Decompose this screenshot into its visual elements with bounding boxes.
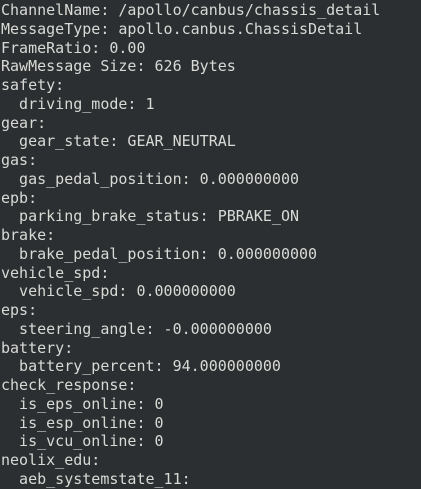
terminal-line: brake:: [1, 226, 56, 244]
terminal-line: is_vcu_online: 0: [1, 432, 164, 451]
terminal-line: safety:: [1, 76, 65, 94]
terminal-line: gear_state: GEAR_NEUTRAL: [1, 132, 236, 151]
terminal-line: check_response:: [1, 376, 137, 394]
terminal-line: driving_mode: 1: [1, 94, 155, 113]
terminal-line: vehicle_spd: 0.000000000: [1, 282, 236, 301]
terminal-line: FrameRatio: 0.00: [1, 38, 146, 57]
terminal-line: RawMessage Size: 626 Bytes: [1, 57, 236, 76]
terminal-line: aeb_systemstate_11:: [1, 469, 191, 488]
terminal-line: gas_pedal_position: 0.000000000: [1, 169, 300, 188]
terminal-line: epb:: [1, 188, 38, 207]
terminal-line: eps:: [1, 301, 38, 319]
terminal-line: ChannelName: /apollo/canbus/chassis_deta…: [1, 1, 381, 19]
terminal-output[interactable]: ChannelName: /apollo/canbus/chassis_deta…: [0, 0, 421, 489]
terminal-line: MessageType: apollo.canbus.ChassisDetail: [1, 19, 363, 38]
terminal-line: gear:: [1, 113, 47, 132]
terminal-line: battery:: [1, 338, 74, 357]
terminal-line: is_eps_online: 0: [1, 394, 164, 413]
terminal-line: parking_brake_status: PBRAKE_ON: [1, 207, 300, 226]
terminal-line: neolix_edu:: [1, 451, 101, 469]
terminal-line: vehicle_spd:: [1, 263, 110, 282]
terminal-line: battery_percent: 94.000000000: [1, 357, 281, 376]
terminal-line: is_esp_online: 0: [1, 413, 164, 432]
terminal-line: gas:: [1, 151, 38, 169]
terminal-line: brake_pedal_position: 0.000000000: [1, 244, 318, 263]
terminal-line: steering_angle: -0.000000000: [1, 319, 272, 338]
